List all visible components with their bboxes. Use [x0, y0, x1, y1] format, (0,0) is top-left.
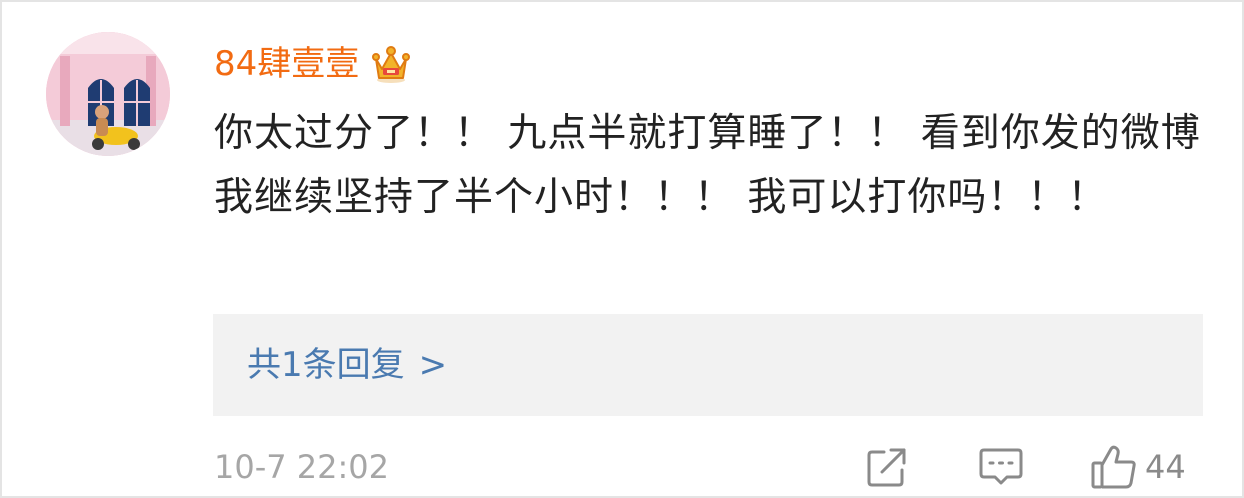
share-icon	[867, 448, 906, 487]
avatar-image	[46, 32, 170, 156]
view-replies-link[interactable]: 共1条回复 >	[247, 341, 447, 389]
timestamp: 10-7 22:02	[214, 448, 390, 486]
reply-summary-box: 共1条回复 >	[213, 314, 1203, 416]
comment-icon	[979, 448, 1023, 485]
username-row: 84肆壹壹	[214, 38, 413, 90]
comment-text: 你太过分了！！ 九点半就打算睡了！！ 看到你发的微博 我继续坚持了半个小时！！！…	[214, 111, 1201, 220]
avatar[interactable]	[46, 32, 170, 156]
like-button[interactable]: 44	[1089, 442, 1186, 492]
like-count: 44	[1145, 448, 1186, 486]
chevron-right-icon: >	[418, 345, 448, 385]
username[interactable]: 84肆壹壹	[214, 40, 359, 88]
thumbs-up-icon	[1091, 445, 1136, 489]
comment-button[interactable]	[976, 442, 1026, 492]
share-button[interactable]	[864, 442, 910, 492]
comment-card: 84肆壹壹 你太过分了！！ 九点半就打算睡了！！ 看到你发的微博 我继续坚持了半…	[0, 0, 1244, 498]
view-replies-label: 共1条回复	[247, 345, 405, 385]
crown-icon	[372, 46, 411, 83]
